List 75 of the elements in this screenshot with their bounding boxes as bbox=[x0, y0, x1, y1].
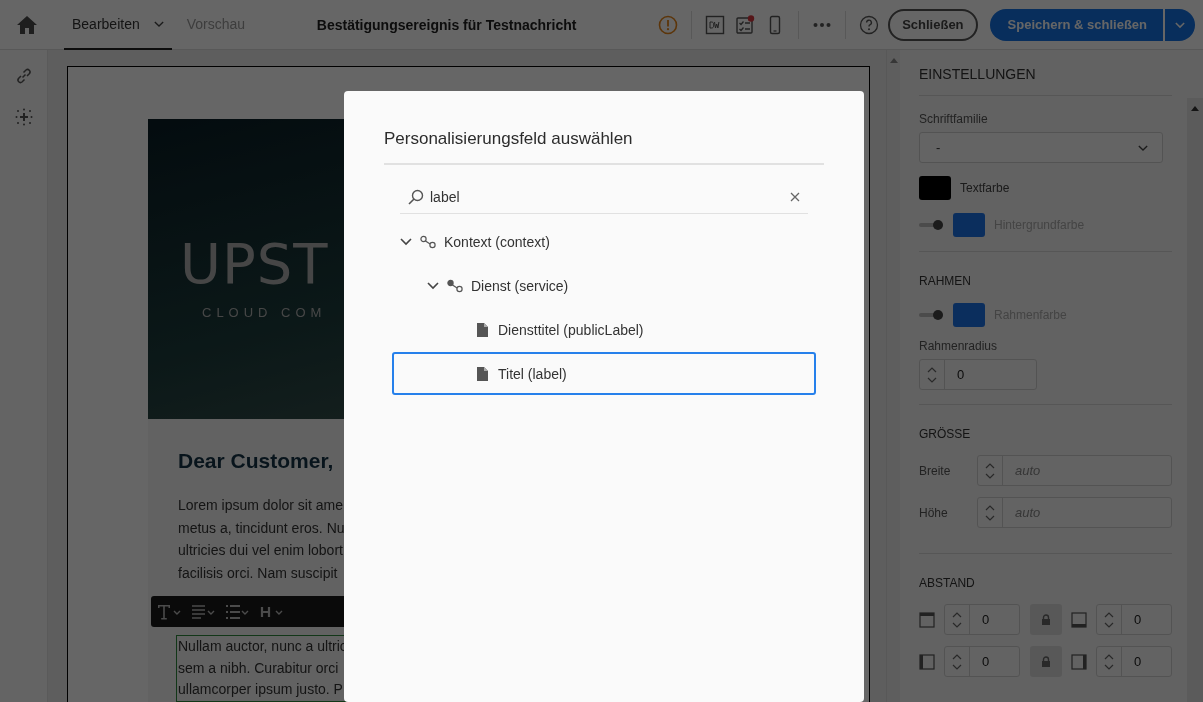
tree-item[interactable]: Titel (label) bbox=[392, 352, 816, 395]
tree-item[interactable]: Kontext (context) bbox=[392, 220, 816, 263]
scroll-up-icon[interactable] bbox=[888, 56, 899, 64]
color-swatch[interactable] bbox=[919, 175, 951, 200]
text-style-icon[interactable] bbox=[157, 603, 183, 620]
toggle-switch[interactable] bbox=[919, 218, 943, 231]
stepper-arrows-icon[interactable] bbox=[1104, 610, 1114, 629]
toggle-switch[interactable] bbox=[919, 308, 943, 321]
lock-icon bbox=[1041, 655, 1051, 668]
logo-tagline: CLOUD COM bbox=[201, 305, 327, 320]
stepper-arrows-icon[interactable] bbox=[985, 461, 995, 480]
logo-text: UPST bbox=[180, 230, 329, 298]
file-icon bbox=[474, 322, 490, 337]
section-title: GRÖSSE bbox=[919, 427, 972, 441]
email-heading: Dear Customer, bbox=[178, 449, 335, 473]
padding-side-icon bbox=[1071, 653, 1087, 670]
personalization-icon[interactable] bbox=[13, 107, 34, 127]
save-menu-button[interactable] bbox=[1163, 8, 1195, 41]
clear-button[interactable] bbox=[790, 192, 800, 202]
link-node-icon bbox=[420, 234, 436, 249]
color-label: Textfarbe bbox=[960, 180, 1010, 195]
chevron-down-icon[interactable] bbox=[400, 237, 412, 246]
help-icon[interactable] bbox=[859, 14, 880, 35]
field-label: Rahmenradius bbox=[919, 339, 999, 353]
font-family-select[interactable]: - bbox=[919, 132, 1163, 163]
stepper-arrows-icon[interactable] bbox=[927, 365, 937, 384]
lock-button[interactable] bbox=[1030, 646, 1062, 677]
close-button[interactable]: Schließen bbox=[888, 8, 978, 41]
link-node-icon bbox=[447, 278, 463, 293]
dw-icon[interactable] bbox=[705, 14, 726, 35]
document-title: Bestätigungsereignis für Testnachricht bbox=[315, 16, 578, 33]
number-field[interactable]: 0 bbox=[944, 604, 1020, 635]
number-input[interactable]: 0 bbox=[970, 605, 1019, 634]
lock-icon bbox=[1041, 613, 1051, 626]
tree-item[interactable]: Dienst (service) bbox=[392, 264, 816, 307]
scroll-up-icon[interactable] bbox=[1190, 104, 1200, 112]
stepper-arrows-icon[interactable] bbox=[1104, 652, 1114, 671]
color-swatch[interactable] bbox=[953, 302, 985, 327]
color-swatch[interactable] bbox=[953, 212, 985, 237]
search-field[interactable]: label bbox=[424, 188, 790, 206]
search-icon bbox=[408, 189, 424, 205]
number-input[interactable]: 0 bbox=[945, 360, 1036, 389]
number-input[interactable]: 0 bbox=[1122, 647, 1171, 676]
stepper-arrows-icon[interactable] bbox=[952, 610, 962, 629]
panel-title: EINSTELLUNGEN bbox=[919, 50, 1172, 96]
stepper-arrows-icon[interactable] bbox=[985, 503, 995, 522]
number-field[interactable]: 0 bbox=[944, 646, 1020, 677]
tree-item[interactable]: Diensttitel (publicLabel) bbox=[392, 308, 816, 351]
chevron-down-icon[interactable] bbox=[427, 281, 439, 290]
section-title: RAHMEN bbox=[919, 274, 972, 288]
padding-side-icon bbox=[919, 653, 935, 670]
field-label: Schriftfamilie bbox=[919, 112, 989, 126]
lock-button[interactable] bbox=[1030, 604, 1062, 635]
field-label: Höhe bbox=[919, 505, 949, 520]
section-title: ABSTAND bbox=[919, 576, 976, 590]
number-field[interactable]: 0 bbox=[919, 359, 1037, 390]
list-icon[interactable] bbox=[225, 603, 251, 620]
save-and-close-button[interactable]: Speichern & schließen bbox=[989, 8, 1163, 41]
padding-side-icon bbox=[919, 611, 935, 628]
stepper-arrows-icon[interactable] bbox=[952, 652, 962, 671]
align-icon[interactable] bbox=[191, 603, 217, 620]
number-field[interactable]: 0 bbox=[1096, 604, 1172, 635]
file-icon bbox=[474, 366, 490, 381]
scrollbar[interactable] bbox=[1187, 98, 1203, 702]
scrollbar[interactable] bbox=[886, 50, 900, 702]
padding-side-icon bbox=[1071, 611, 1087, 628]
number-field[interactable]: 0 bbox=[1096, 646, 1172, 677]
field-label: Breite bbox=[919, 463, 952, 478]
home-icon[interactable] bbox=[16, 14, 38, 35]
checklist-icon[interactable] bbox=[735, 14, 756, 35]
number-input[interactable]: 0 bbox=[970, 647, 1019, 676]
number-input[interactable]: 0 bbox=[1122, 605, 1171, 634]
close-icon bbox=[790, 192, 800, 202]
alert-icon[interactable] bbox=[658, 14, 679, 35]
dialog-title: Personalisierungsfeld auswählen bbox=[384, 129, 824, 165]
